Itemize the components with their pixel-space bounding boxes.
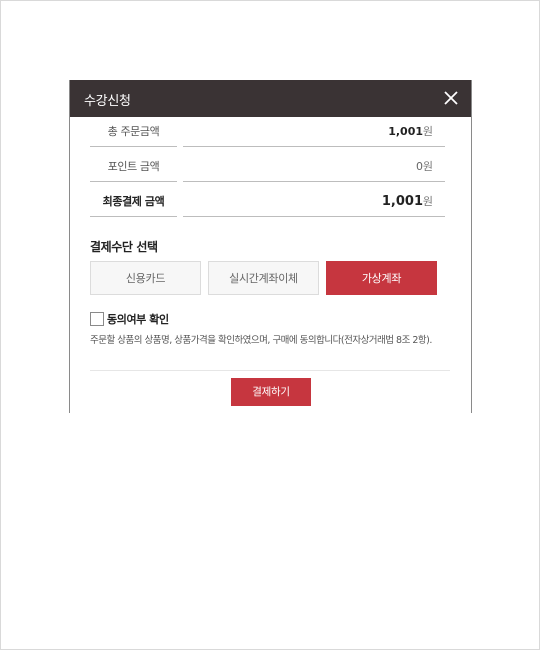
summary-row-points: 포인트 금액 0 원	[90, 152, 445, 182]
enrollment-modal: 수강신청 총 주문금액 1,001 원 포인트 금액 0 원 최종결제 금액 1…	[69, 80, 472, 413]
summary-row-total: 총 주문금액 1,001 원	[90, 117, 445, 147]
payment-method-card-button[interactable]: 신용카드	[90, 261, 201, 295]
close-button[interactable]	[441, 88, 461, 108]
summary-unit: 원	[422, 195, 433, 208]
payment-method-transfer-button[interactable]: 실시간계좌이체	[208, 261, 319, 295]
summary-label: 총 주문금액	[107, 125, 160, 138]
payment-method-virtual-account-button[interactable]: 가상계좌	[326, 261, 437, 295]
summary-label: 포인트 금액	[107, 160, 160, 173]
modal-header: 수강신청	[70, 80, 471, 117]
agreement-checkbox[interactable]	[90, 312, 104, 326]
summary-value: 1,001	[388, 125, 423, 138]
summary-unit: 원	[422, 125, 433, 138]
pay-button[interactable]: 결제하기	[231, 378, 311, 406]
agreement-description: 주문할 상품의 상품명, 상품가격을 확인하였으며, 구매에 동의합니다(전자상…	[90, 335, 432, 346]
summary-row-final: 최종결제 금액 1,001 원	[90, 187, 445, 217]
divider	[90, 370, 450, 371]
modal-title: 수강신청	[84, 94, 131, 109]
summary-value: 1,001	[381, 194, 423, 209]
payment-section-title: 결제수단 선택	[90, 240, 158, 254]
agreement-label: 동의여부 확인	[107, 313, 169, 326]
summary-label: 최종결제 금액	[102, 195, 165, 208]
summary-unit: 원	[422, 160, 433, 173]
close-icon	[444, 91, 458, 105]
